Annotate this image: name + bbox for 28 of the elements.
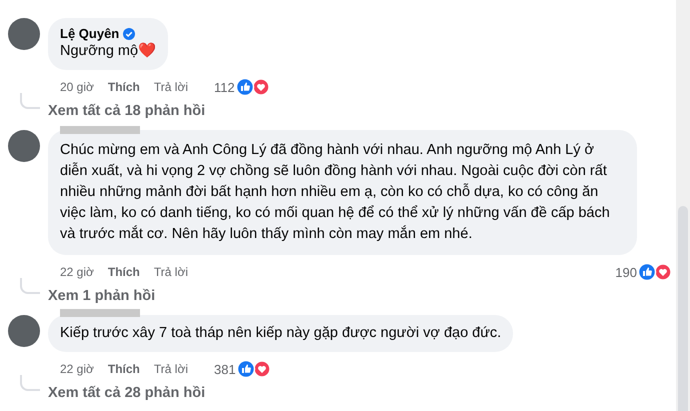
comment-time[interactable]: 20 giờ: [60, 80, 94, 94]
like-link[interactable]: Thích: [108, 265, 140, 279]
view-replies-link[interactable]: Xem tất cả 18 phản hồi: [48, 103, 206, 119]
comment-text: Ngưỡng mộ❤: [60, 42, 156, 61]
avatar[interactable]: [8, 18, 40, 50]
view-replies-link[interactable]: Xem tất cả 28 phản hồi: [48, 385, 206, 401]
author-name[interactable]: Lệ Quyên: [60, 26, 120, 41]
reaction-count[interactable]: 112: [214, 80, 235, 94]
like-heart-reactions-icon: [638, 263, 672, 281]
thread-connector-line: [20, 93, 40, 109]
reply-link[interactable]: Trả lời: [154, 80, 188, 94]
reply-link[interactable]: Trả lời: [154, 265, 188, 279]
comment-time[interactable]: 22 giờ: [60, 362, 94, 376]
thread-connector-line: [20, 278, 40, 294]
avatar[interactable]: [8, 315, 40, 347]
comment-text: Chúc mừng em và Anh Công Lý đã đồng hành với nhau. Anh ngưỡng mộ Anh Lý ở diễn xuất, và hi vọng 2 vợ chồng sẽ luôn đồng hành với nhau. Ngoài cuộc đời còn rất nhiều những mảnh đời bất hạnh hơn nhiều em ạ, còn ko có chỗ dựa, ko có công ăn việc làm, ko có danh tiếng, ko có mối quan hệ để có thể xử lý những vấn đề cấp bách và trước mắt cơ. Nên hãy luôn thấy mình còn may mắn em nhé.: [60, 141, 611, 244]
like-link[interactable]: Thích: [108, 80, 140, 94]
avatar[interactable]: [8, 130, 40, 162]
reaction-count[interactable]: 381: [214, 362, 236, 376]
comment-time[interactable]: 22 giờ: [60, 265, 94, 279]
thread-connector-line: [20, 375, 40, 391]
like-heart-reactions-icon: [236, 360, 271, 378]
reply-link[interactable]: Trả lời: [154, 362, 188, 376]
reaction-count[interactable]: 190: [615, 264, 637, 280]
like-link[interactable]: Thích: [108, 362, 140, 376]
comment-text: Kiếp trước xây 7 toà tháp nên kiếp này gặp được người vợ đạo đức.: [60, 324, 502, 343]
like-heart-reactions-icon: [236, 78, 270, 96]
view-replies-link[interactable]: Xem 1 phản hồi: [48, 288, 156, 304]
